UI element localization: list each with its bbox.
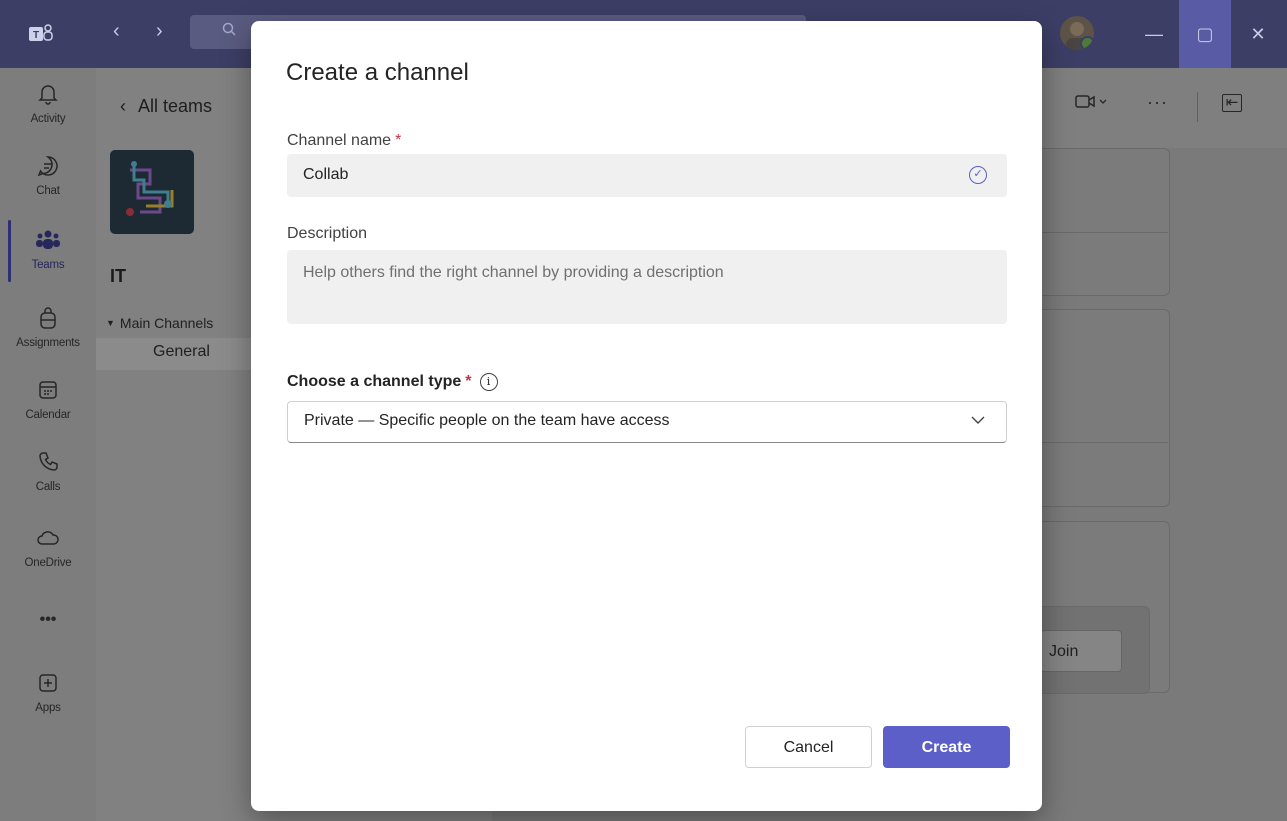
all-teams-label: All teams [138,96,213,116]
rail-label: Teams [31,259,65,271]
rail-item-more[interactable]: ••• [0,608,96,632]
channel-type-label: Choose a channel type * i [287,373,498,391]
create-channel-dialog: Create a channel Channel name * Collab ✓ … [251,21,1042,811]
team-name: IT [110,266,126,286]
channel-label: General [153,343,210,360]
video-call-icon[interactable] [1075,94,1109,115]
channel-type-selected: Private — Specific people on the team ha… [304,412,670,429]
more-icon: ••• [39,611,57,628]
open-panel-icon[interactable]: ⇤ [1222,94,1242,112]
rail-label: Calls [35,481,61,493]
all-teams-back-link[interactable]: ‹ All teams [120,96,212,117]
channel-name-value: Collab [303,166,349,183]
teams-logo-icon: T [28,22,54,46]
presence-available-icon [1080,36,1094,50]
section-label: Main Channels [119,315,214,331]
rail-item-assignments[interactable]: Assignments [0,306,96,349]
toolbar-divider [1197,92,1198,122]
svg-text:T: T [33,30,39,41]
close-window-button[interactable]: ✕ [1232,0,1284,68]
team-logo-icon [110,150,194,234]
more-options-icon[interactable]: ··· [1147,92,1168,113]
checkmark-circle-icon: ✓ [969,166,987,184]
required-asterisk: * [395,132,402,149]
description-placeholder: Help others find the right channel by pr… [303,264,724,281]
description-input[interactable]: Help others find the right channel by pr… [287,250,1007,324]
phone-icon [0,450,96,479]
channel-name-label-text: Channel name [287,132,392,149]
app-rail: Activity Chat Teams Assignments Calendar [0,68,97,821]
caret-down-icon: ▼ [106,318,115,328]
main-channels-section[interactable]: ▼ Main Channels [106,315,213,331]
rail-item-teams[interactable]: Teams [0,228,96,271]
channel-toolbar: ··· ⇤ [1027,68,1287,148]
bell-icon [0,82,96,111]
add-apps-icon [0,671,96,700]
nav-forward-icon[interactable]: › [156,20,163,43]
nav-back-icon[interactable]: ‹ [113,20,120,43]
rail-item-activity[interactable]: Activity [0,82,96,125]
join-button[interactable]: Join [1040,630,1122,672]
rail-label: Apps [35,702,61,714]
required-asterisk: * [465,373,472,390]
dialog-title: Create a channel [286,59,469,86]
rail-item-calls[interactable]: Calls [0,450,96,493]
info-icon[interactable]: i [479,373,498,391]
channel-type-select[interactable]: Private — Specific people on the team ha… [287,401,1007,443]
rail-item-calendar[interactable]: Calendar [0,378,96,421]
create-button[interactable]: Create [883,726,1010,768]
rail-label: Chat [36,185,60,197]
channel-name-input[interactable]: Collab ✓ [287,154,1007,197]
rail-item-apps[interactable]: Apps [0,671,96,714]
search-icon [222,21,236,41]
backpack-icon [0,306,96,335]
user-avatar[interactable] [1060,16,1094,50]
chevron-down-icon [970,412,986,432]
minimize-button[interactable]: — [1128,0,1180,68]
cancel-button[interactable]: Cancel [745,726,872,768]
rail-label: Calendar [25,409,71,421]
maximize-button[interactable]: ▢ [1179,0,1231,68]
channel-item-general[interactable]: General [96,338,251,370]
rail-label: Assignments [16,337,80,349]
description-label: Description [287,225,368,242]
channel-type-label-text: Choose a channel type [287,373,462,390]
chat-icon [0,154,96,183]
chevron-left-icon: ‹ [120,96,126,116]
channel-name-label: Channel name * [287,132,401,150]
teams-icon [0,228,96,257]
calendar-icon [0,378,96,407]
rail-item-chat[interactable]: Chat [0,154,96,197]
rail-label: OneDrive [24,557,72,569]
cloud-icon [0,526,96,555]
rail-label: Activity [30,113,66,125]
rail-item-onedrive[interactable]: OneDrive [0,526,96,569]
